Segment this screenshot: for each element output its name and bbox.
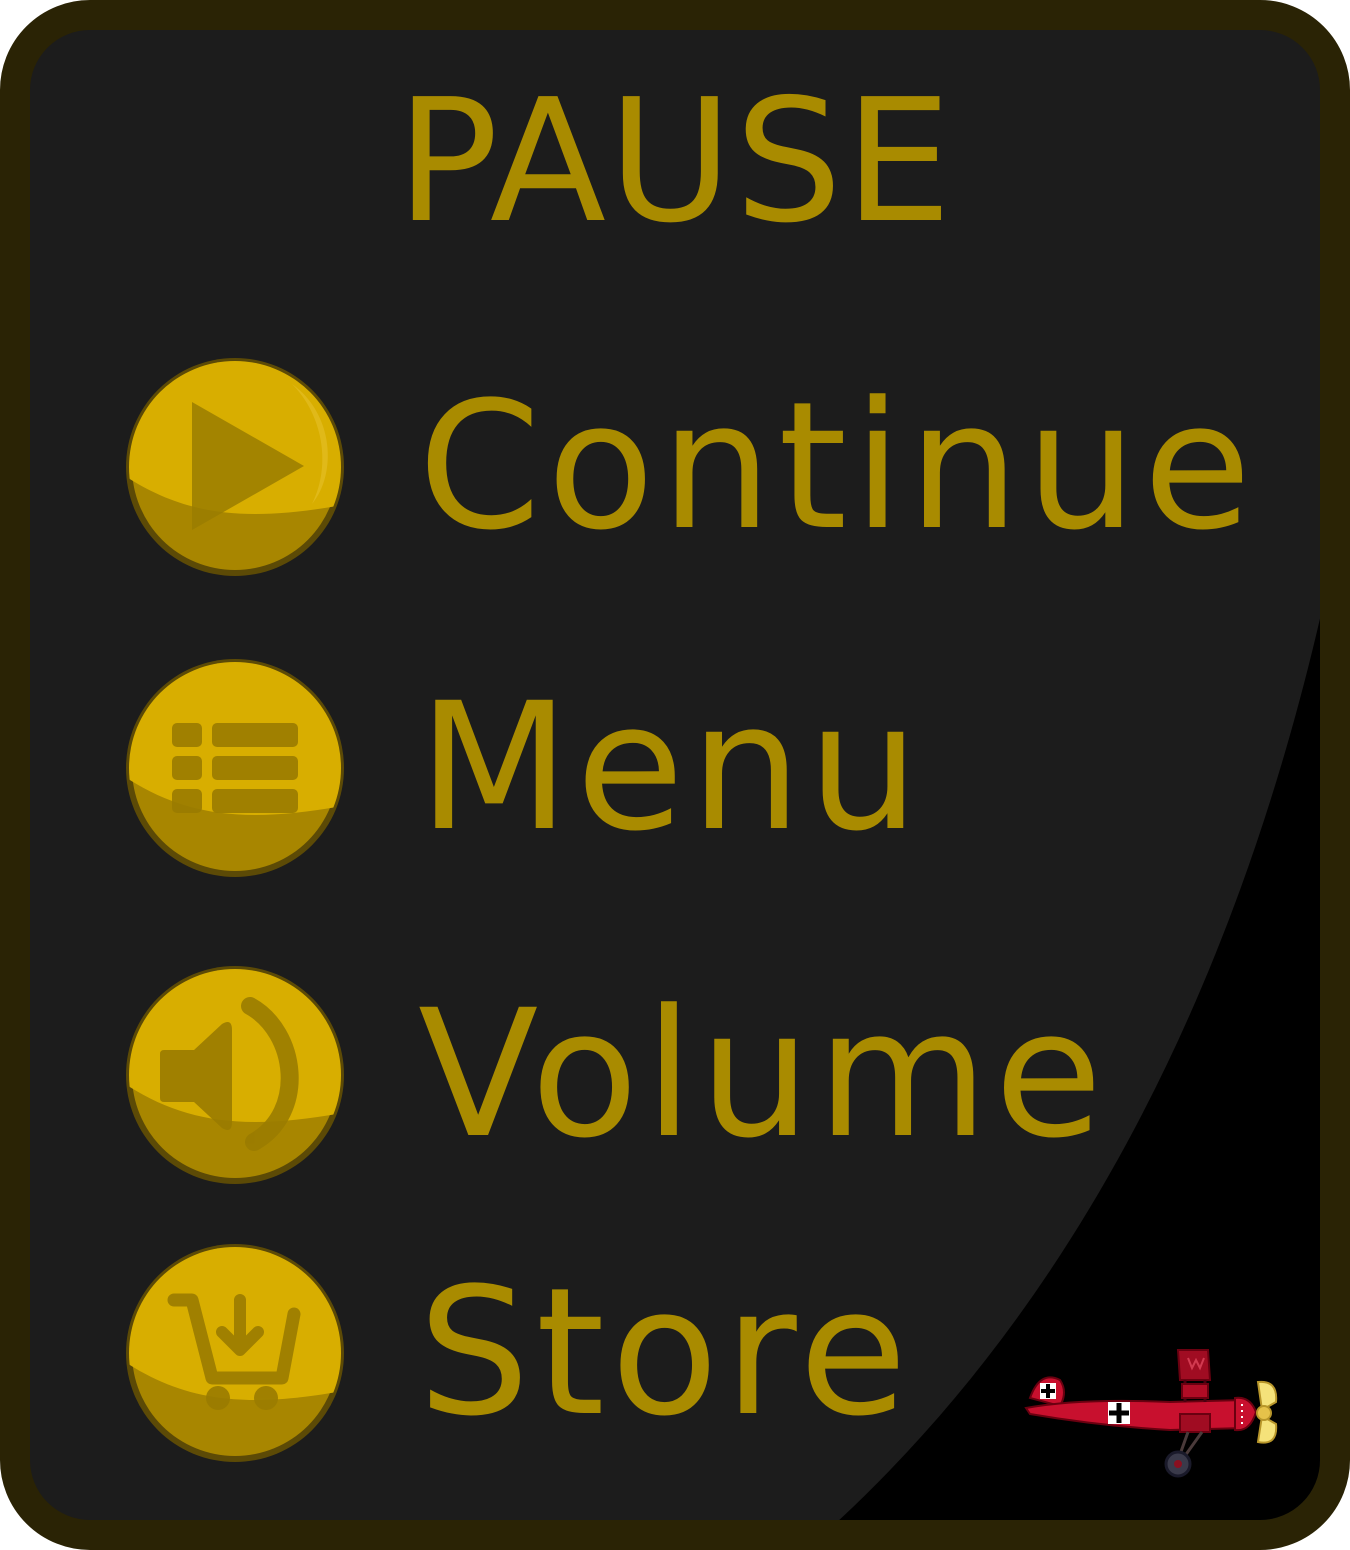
- volume-label: Volume: [418, 972, 1109, 1177]
- store-label: Store: [418, 1250, 914, 1455]
- menu-label: Menu: [418, 665, 926, 870]
- continue-button[interactable]: Continue: [122, 354, 1251, 580]
- volume-button[interactable]: Volume: [122, 962, 1172, 1188]
- volume-icon-button[interactable]: [122, 962, 348, 1188]
- store-icon-button[interactable]: [122, 1240, 348, 1466]
- pause-title: PAUSE: [396, 63, 954, 261]
- continue-label: Continue: [418, 364, 1258, 569]
- continue-icon-button[interactable]: [122, 354, 348, 580]
- menu-icon-button[interactable]: [122, 655, 348, 881]
- list-icon: [172, 723, 298, 813]
- store-button[interactable]: Store: [122, 1240, 1172, 1466]
- menu-button[interactable]: Menu: [122, 655, 1172, 881]
- red-biplane-icon: [1024, 1349, 1278, 1478]
